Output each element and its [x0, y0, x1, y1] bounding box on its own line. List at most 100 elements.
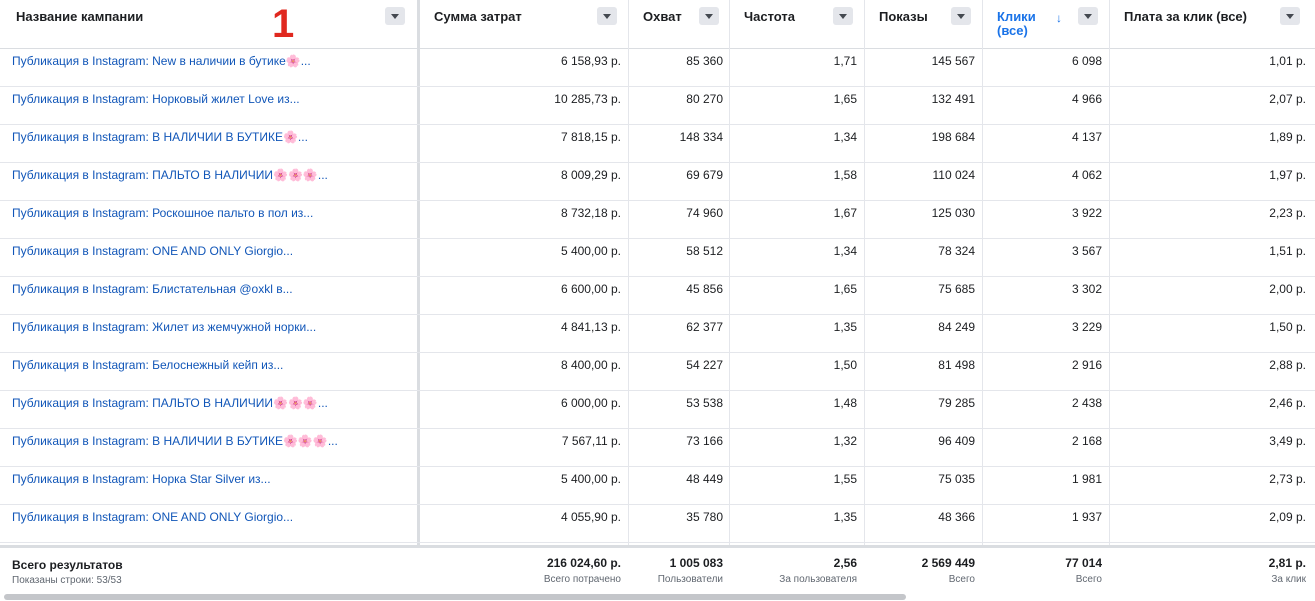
- cell-frequency: 1,58: [833, 168, 857, 182]
- column-label-spend: Сумма затрат: [434, 9, 522, 24]
- total-impressions: 2 569 449: [921, 556, 975, 570]
- campaign-name-link[interactable]: Публикация в Instagram: Норка Star Silve…: [12, 467, 271, 504]
- table-row[interactable]: Публикация в Instagram: Норковый жилет L…: [0, 87, 1315, 125]
- cell-cpc: 2,23 р.: [1269, 206, 1306, 220]
- cell-reach: 53 538: [686, 396, 723, 410]
- cell-clicks: 3 229: [1071, 320, 1102, 334]
- cell-impressions: 110 024: [932, 168, 976, 182]
- annotation-number: 1: [272, 2, 295, 46]
- cell-reach: 62 377: [686, 320, 723, 334]
- cell-reach: 148 334: [679, 130, 723, 144]
- campaign-name-link[interactable]: Публикация в Instagram: Белоснежный кейп…: [12, 353, 283, 390]
- total-clicks: 77 014: [1065, 556, 1102, 570]
- campaign-name-link[interactable]: Публикация в Instagram: Жилет из жемчужн…: [12, 315, 316, 352]
- column-label-clicks: Клики (все): [997, 10, 1036, 38]
- cell-reach: 73 166: [686, 434, 723, 448]
- table-row[interactable]: Публикация в Instagram: В НАЛИЧИИ В БУТИ…: [0, 429, 1315, 467]
- table-row[interactable]: Публикация в Instagram: Жилет из жемчужн…: [0, 315, 1315, 353]
- cell-impressions: 81 498: [938, 358, 975, 372]
- cell-spend: 5 400,00 р.: [560, 472, 621, 486]
- cell-frequency: 1,67: [833, 206, 857, 220]
- cell-impressions: 198 684: [931, 130, 975, 144]
- cell-spend: 6 600,00 р.: [560, 282, 621, 296]
- campaign-name-link[interactable]: Публикация в Instagram: ПАЛЬТО В НАЛИЧИИ…: [12, 163, 328, 200]
- campaign-name-link[interactable]: Публикация в Instagram: ONE AND ONLY Gio…: [12, 505, 293, 542]
- cell-impressions: 79 285: [938, 396, 975, 410]
- chevron-down-icon[interactable]: [1280, 7, 1300, 25]
- cell-cpc: 2,46 р.: [1269, 396, 1306, 410]
- campaign-name-link[interactable]: Публикация в Instagram: New в наличии в …: [12, 49, 311, 86]
- total-frequency: 2,56: [833, 556, 857, 570]
- cell-cpc: 2,88 р.: [1269, 358, 1306, 372]
- column-label-frequency: Частота: [744, 9, 796, 24]
- cell-clicks: 4 966: [1071, 92, 1102, 106]
- table-row[interactable]: Публикация в Instagram: ПАЛЬТО В НАЛИЧИИ…: [0, 163, 1315, 201]
- cell-clicks: 3 567: [1071, 244, 1102, 258]
- table-row[interactable]: Публикация в Instagram: В НАЛИЧИИ В БУТИ…: [0, 125, 1315, 163]
- column-header-spend[interactable]: Сумма затрат: [420, 0, 628, 48]
- horizontal-scrollbar[interactable]: [4, 594, 906, 600]
- cell-spend: 10 285,73 р.: [554, 92, 621, 106]
- total-spend: 216 024,60 р.: [546, 556, 621, 570]
- cell-reach: 48 449: [686, 472, 723, 486]
- cell-clicks: 3 302: [1071, 282, 1102, 296]
- column-label-cpc: Плата за клик (все): [1124, 9, 1247, 24]
- cell-reach: 69 679: [686, 168, 723, 182]
- cell-clicks: 2 168: [1071, 434, 1102, 448]
- cell-clicks: 2 438: [1071, 396, 1102, 410]
- chevron-down-icon[interactable]: [597, 7, 617, 25]
- cell-impressions: 48 366: [938, 510, 975, 524]
- chevron-down-icon[interactable]: [385, 7, 405, 25]
- table-row[interactable]: Публикация в Instagram: Блистательная @o…: [0, 277, 1315, 315]
- table-row[interactable]: Публикация в Instagram: ПАЛЬТО В НАЛИЧИИ…: [0, 391, 1315, 429]
- sort-descending-icon[interactable]: ↓: [1056, 11, 1062, 25]
- column-header-name[interactable]: Название кампании: [0, 0, 417, 48]
- rows-shown-count: Показаны строки: 53/53: [12, 575, 122, 586]
- campaign-name-link[interactable]: Публикация в Instagram: ПАЛЬТО В НАЛИЧИИ…: [12, 391, 328, 428]
- cell-spend: 8 009,29 р.: [560, 168, 621, 182]
- total-impressions-label: Всего: [948, 574, 975, 585]
- campaign-name-link[interactable]: Публикация в Instagram: ONE AND ONLY Gio…: [12, 239, 293, 276]
- cell-spend: 6 000,00 р.: [560, 396, 621, 410]
- column-header-frequency[interactable]: Частота: [730, 0, 864, 48]
- cell-clicks: 1 937: [1071, 510, 1102, 524]
- campaign-name-link[interactable]: Публикация в Instagram: В НАЛИЧИИ В БУТИ…: [12, 429, 338, 466]
- cell-spend: 8 732,18 р.: [560, 206, 621, 220]
- total-frequency-label: За пользователя: [779, 574, 857, 585]
- cell-cpc: 2,00 р.: [1269, 282, 1306, 296]
- cell-reach: 45 856: [686, 282, 723, 296]
- cell-clicks: 1 981: [1071, 472, 1102, 486]
- chevron-down-icon[interactable]: [1078, 7, 1098, 25]
- table-row[interactable]: Публикация в Instagram: ONE AND ONLY Gio…: [0, 505, 1315, 543]
- table-row[interactable]: Публикация в Instagram: New в наличии в …: [0, 49, 1315, 87]
- column-label-clicks-line2: (все): [997, 23, 1028, 38]
- table-row[interactable]: Публикация в Instagram: Белоснежный кейп…: [0, 353, 1315, 391]
- table-row[interactable]: Публикация в Instagram: Норка Star Silve…: [0, 467, 1315, 505]
- column-header-clicks[interactable]: Клики (все) ↓: [983, 0, 1109, 48]
- campaign-name-link[interactable]: Публикация в Instagram: Норковый жилет L…: [12, 87, 300, 124]
- column-label-name: Название кампании: [16, 9, 144, 24]
- cell-cpc: 1,89 р.: [1269, 130, 1306, 144]
- campaign-name-link[interactable]: Публикация в Instagram: В НАЛИЧИИ В БУТИ…: [12, 125, 308, 162]
- column-header-cpc[interactable]: Плата за клик (все): [1110, 0, 1315, 48]
- table-row[interactable]: Публикация в Instagram: ONE AND ONLY Gio…: [0, 239, 1315, 277]
- totals-title: Всего результатов: [12, 558, 123, 572]
- cell-spend: 8 400,00 р.: [560, 358, 621, 372]
- column-header-reach[interactable]: Охват: [629, 0, 729, 48]
- column-header-impressions[interactable]: Показы: [865, 0, 982, 48]
- total-spend-label: Всего потрачено: [543, 574, 621, 585]
- cell-cpc: 2,07 р.: [1269, 92, 1306, 106]
- campaign-name-link[interactable]: Публикация в Instagram: Блистательная @o…: [12, 277, 293, 314]
- cell-cpc: 1,51 р.: [1269, 244, 1306, 258]
- chevron-down-icon[interactable]: [699, 7, 719, 25]
- cell-reach: 85 360: [686, 54, 723, 68]
- cell-spend: 4 841,13 р.: [560, 320, 621, 334]
- cell-frequency: 1,65: [833, 282, 857, 296]
- table-row[interactable]: Публикация в Instagram: Роскошное пальто…: [0, 201, 1315, 239]
- chevron-down-icon[interactable]: [833, 7, 853, 25]
- cell-reach: 54 227: [686, 358, 723, 372]
- cell-cpc: 2,73 р.: [1269, 472, 1306, 486]
- campaign-name-link[interactable]: Публикация в Instagram: Роскошное пальто…: [12, 201, 313, 238]
- cell-spend: 6 158,93 р.: [560, 54, 621, 68]
- chevron-down-icon[interactable]: [951, 7, 971, 25]
